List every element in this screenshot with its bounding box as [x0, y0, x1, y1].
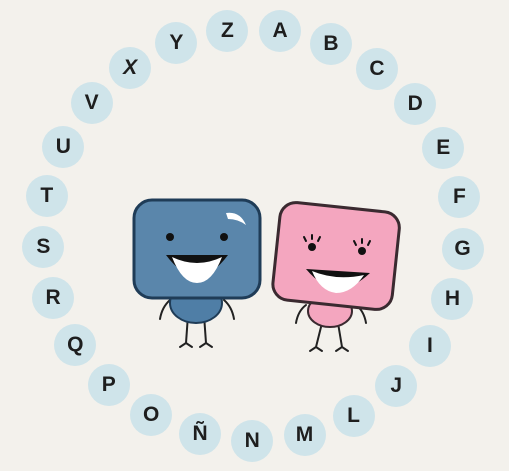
- letter-c-bubble[interactable]: C: [356, 47, 399, 90]
- letter-f-bubble[interactable]: F: [438, 176, 481, 219]
- letter-z-bubble[interactable]: Z: [206, 9, 249, 52]
- letter-u-bubble[interactable]: U: [42, 125, 85, 168]
- letter-a-bubble[interactable]: A: [259, 9, 302, 52]
- letter-r-bubble[interactable]: R: [32, 276, 75, 319]
- letter-o-bubble[interactable]: O: [130, 394, 173, 437]
- letter-i-bubble[interactable]: I: [408, 324, 451, 367]
- letter-h-bubble[interactable]: H: [431, 278, 474, 321]
- letter-p-bubble[interactable]: P: [87, 363, 130, 406]
- letter-e-bubble[interactable]: E: [422, 126, 465, 169]
- letter-n-tilde-bubble[interactable]: Ñ: [179, 413, 222, 456]
- letter-x-bubble[interactable]: X: [109, 46, 152, 89]
- letter-b-bubble[interactable]: B: [309, 22, 352, 65]
- letter-t-bubble[interactable]: T: [25, 174, 68, 217]
- letter-g-bubble[interactable]: G: [441, 227, 484, 270]
- letter-d-bubble[interactable]: D: [394, 83, 437, 126]
- letter-l-bubble[interactable]: L: [332, 394, 375, 437]
- letter-j-bubble[interactable]: J: [375, 364, 418, 407]
- characters-illustration: [132, 198, 401, 352]
- letter-m-bubble[interactable]: M: [283, 413, 326, 456]
- letter-s-bubble[interactable]: S: [22, 226, 65, 269]
- blue-square-character-icon: [132, 198, 262, 348]
- letter-q-bubble[interactable]: Q: [54, 323, 97, 366]
- letter-v-bubble[interactable]: V: [70, 82, 113, 125]
- letter-y-bubble[interactable]: Y: [155, 22, 198, 65]
- letter-n-bubble[interactable]: N: [231, 419, 274, 462]
- pink-square-character-icon: [271, 201, 401, 352]
